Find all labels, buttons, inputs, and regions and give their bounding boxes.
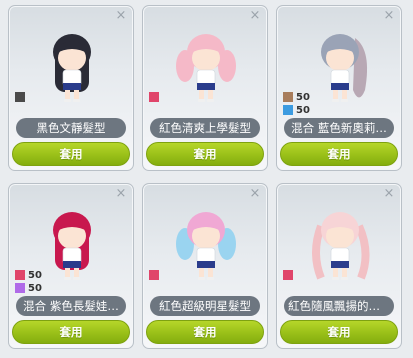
shorts-icon — [197, 261, 215, 268]
color-swatch-row — [149, 269, 162, 281]
leg-icon — [342, 268, 347, 278]
shorts-icon — [331, 261, 349, 268]
hair-card: × 黑色文靜髮型 套用 — [8, 5, 134, 171]
apply-button[interactable]: 套用 — [280, 320, 398, 344]
apply-button[interactable]: 套用 — [12, 142, 130, 166]
hair-name-label: 混合 紫色長髮娃… — [16, 296, 126, 316]
color-swatch — [283, 105, 293, 115]
color-swatch-row: 50 — [15, 282, 42, 294]
hair-card: × 50 50 混合 藍色新奧莉… 套用 — [276, 5, 402, 171]
hair-name-label: 紅色隨風飄揚的鄉… — [284, 296, 394, 316]
hair-card: × 50 50 混合 紫色長髮娃… 套用 — [8, 183, 134, 349]
shoe-icon — [341, 277, 348, 280]
color-swatch — [149, 92, 159, 102]
color-swatches — [283, 269, 296, 282]
color-swatch — [15, 92, 25, 102]
shoe-icon — [207, 99, 214, 102]
color-swatch-row — [149, 91, 162, 103]
color-swatches: 50 50 — [283, 91, 310, 117]
apply-button[interactable]: 套用 — [280, 142, 398, 166]
color-swatches: 50 50 — [15, 269, 42, 295]
hair-card: × 紅色清爽上學髮型 套用 — [142, 5, 268, 171]
color-swatch — [283, 270, 293, 280]
color-swatch-row — [283, 269, 296, 281]
color-percent: 50 — [296, 104, 310, 116]
color-swatch — [15, 283, 25, 293]
apply-button[interactable]: 套用 — [12, 320, 130, 344]
leg-icon — [333, 268, 338, 278]
color-percent: 50 — [296, 91, 310, 103]
shoe-icon — [73, 99, 80, 102]
shorts-icon — [63, 261, 81, 268]
hair-style-grid: × 黑色文靜髮型 套用 × 紅色清爽上學髮型 套用 × 50 50 混合 藍色新… — [0, 0, 413, 358]
shoe-icon — [198, 277, 205, 280]
leg-icon — [199, 90, 204, 100]
shoe-icon — [73, 277, 80, 280]
leg-icon — [333, 90, 338, 100]
shoe-icon — [198, 99, 205, 102]
shoe-icon — [64, 277, 71, 280]
color-percent: 50 — [28, 282, 42, 294]
hair-card: × 紅色超級明星髮型 套用 — [142, 183, 268, 349]
color-swatch — [283, 92, 293, 102]
shoe-icon — [332, 277, 339, 280]
hair-card: × 紅色隨風飄揚的鄉… 套用 — [276, 183, 402, 349]
color-swatch-row: 50 — [283, 104, 310, 116]
apply-button[interactable]: 套用 — [146, 142, 264, 166]
leg-icon — [65, 268, 70, 278]
leg-icon — [74, 90, 79, 100]
color-swatches — [15, 91, 28, 104]
hair-name-label: 黑色文靜髮型 — [16, 118, 126, 138]
color-swatches — [149, 91, 162, 104]
leg-icon — [208, 268, 213, 278]
color-swatch-row: 50 — [283, 91, 310, 103]
color-swatches — [149, 269, 162, 282]
leg-icon — [199, 268, 204, 278]
leg-icon — [74, 268, 79, 278]
hair-name-label: 紅色清爽上學髮型 — [150, 118, 260, 138]
color-swatch — [15, 270, 25, 280]
shoe-icon — [341, 99, 348, 102]
shoe-icon — [64, 99, 71, 102]
hair-name-label: 紅色超級明星髮型 — [150, 296, 260, 316]
leg-icon — [65, 90, 70, 100]
shorts-icon — [331, 83, 349, 90]
apply-button[interactable]: 套用 — [146, 320, 264, 344]
color-swatch-row — [15, 91, 28, 103]
leg-icon — [208, 90, 213, 100]
color-swatch-row: 50 — [15, 269, 42, 281]
color-swatch — [149, 270, 159, 280]
shoe-icon — [332, 99, 339, 102]
leg-icon — [342, 90, 347, 100]
shoe-icon — [207, 277, 214, 280]
shorts-icon — [197, 83, 215, 90]
shorts-icon — [63, 83, 81, 90]
hair-name-label: 混合 藍色新奧莉… — [284, 118, 394, 138]
color-percent: 50 — [28, 269, 42, 281]
